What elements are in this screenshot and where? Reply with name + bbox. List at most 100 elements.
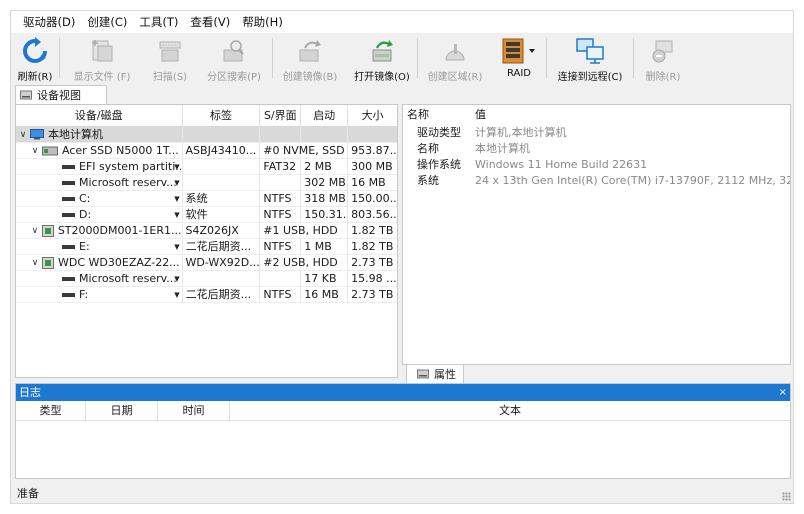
device-start bbox=[301, 143, 349, 158]
property-row[interactable]: 操作系统 Windows 11 Home Build 22631 bbox=[403, 157, 790, 173]
dropdown-arrow-icon[interactable]: ▼ bbox=[174, 287, 179, 302]
device-size: 1.82 TB bbox=[351, 224, 394, 237]
table-row[interactable]: E: ▼ 二花后期资... NTFS 1 MB 1.82 TB bbox=[16, 239, 397, 255]
collapse-toggle-icon[interactable]: ∨ bbox=[30, 223, 40, 238]
device-start: 1 MB bbox=[301, 239, 349, 254]
open-image-button[interactable]: 打开镜像(O) bbox=[347, 33, 417, 83]
collapse-toggle-icon[interactable]: ∨ bbox=[18, 127, 28, 142]
refresh-label: 刷新(R) bbox=[17, 72, 53, 83]
col-start[interactable]: 启动 bbox=[301, 105, 349, 126]
device-name: 本地计算机 bbox=[48, 127, 103, 141]
device-label bbox=[183, 175, 261, 190]
delete-button[interactable]: 删除(R) bbox=[634, 33, 692, 83]
device-fs bbox=[260, 271, 302, 286]
close-icon[interactable]: × bbox=[779, 384, 787, 401]
menu-create[interactable]: 创建(C) bbox=[81, 11, 133, 33]
usb-hdd-icon bbox=[41, 224, 54, 237]
status-bar: 准备 bbox=[11, 483, 793, 503]
connect-remote-label: 连接到远程(C) bbox=[557, 72, 623, 83]
table-row[interactable]: Microsoft reserv... ▼ 302 MB 16 MB bbox=[16, 175, 397, 191]
device-label bbox=[183, 271, 261, 286]
dropdown-arrow-icon[interactable]: ▼ bbox=[174, 271, 179, 286]
collapse-toggle-icon[interactable]: ∨ bbox=[30, 255, 40, 270]
table-row[interactable]: C: ▼ 系统 NTFS 318 MB 150.00... bbox=[16, 191, 397, 207]
device-fs: #1 USB, HDD bbox=[263, 224, 338, 237]
menu-view[interactable]: 查看(V) bbox=[184, 11, 236, 33]
show-files-button[interactable]: 显示文件 (F) bbox=[60, 33, 144, 83]
raid-icon bbox=[497, 36, 541, 66]
col-log-date[interactable]: 日期 bbox=[86, 401, 158, 420]
device-fs bbox=[260, 175, 302, 190]
dropdown-arrow-icon[interactable]: ▼ bbox=[174, 159, 179, 174]
property-row[interactable]: 系统 24 x 13th Gen Intel(R) Core(TM) i7-13… bbox=[403, 173, 790, 189]
open-image-label: 打开镜像(O) bbox=[354, 72, 410, 83]
resize-grip-icon[interactable] bbox=[782, 492, 791, 501]
property-value: 本地计算机 bbox=[475, 142, 530, 155]
device-label: WD-WX92D... bbox=[183, 255, 261, 270]
device-start: 16 MB bbox=[301, 287, 349, 302]
partition-icon bbox=[62, 212, 75, 217]
device-start bbox=[301, 223, 349, 238]
partition-icon bbox=[62, 180, 75, 185]
table-row[interactable]: D: ▼ 软件 NTFS 150.31... 803.56... bbox=[16, 207, 397, 223]
delete-icon bbox=[648, 36, 678, 66]
device-size: 953.87... bbox=[351, 144, 397, 157]
raid-button[interactable]: RAID bbox=[492, 33, 546, 83]
table-row[interactable]: ∨ 本地计算机 bbox=[16, 127, 397, 143]
col-prop-name[interactable]: 名称 bbox=[403, 105, 473, 125]
col-prop-value[interactable]: 值 bbox=[473, 105, 790, 125]
table-row[interactable]: ∨ Acer SSD N5000 1T... ASBJ43410... #0 N… bbox=[16, 143, 397, 159]
col-label[interactable]: 标签 bbox=[183, 105, 261, 126]
col-log-text[interactable]: 文本 bbox=[230, 401, 790, 420]
device-grid-header: 设备/磁盘 标签 S/界面 启动 大小 bbox=[16, 105, 397, 127]
dropdown-arrow-icon[interactable]: ▼ bbox=[174, 175, 179, 190]
property-row[interactable]: 名称 本地计算机 bbox=[403, 141, 790, 157]
table-row[interactable]: ∨ ST2000DM001-1ER1... S4Z026JX #1 USB, H… bbox=[16, 223, 397, 239]
property-row[interactable]: 驱动类型 计算机,本地计算机 bbox=[403, 125, 790, 141]
tab-device-view-label: 设备视图 bbox=[37, 89, 81, 102]
scan-button[interactable]: 扫描(S) bbox=[144, 33, 196, 83]
menu-help[interactable]: 帮助(H) bbox=[236, 11, 289, 33]
table-row[interactable]: EFI system partiti... ▼ FAT32 2 MB 300 M… bbox=[16, 159, 397, 175]
device-start: 17 KB bbox=[301, 271, 349, 286]
dropdown-arrow-icon[interactable]: ▼ bbox=[174, 191, 179, 206]
property-key: 操作系统 bbox=[417, 158, 461, 171]
collapse-toggle-icon[interactable]: ∨ bbox=[30, 143, 40, 158]
table-row[interactable]: Microsoft reserv... ▼ 17 KB 15.98 ... bbox=[16, 271, 397, 287]
device-name: Microsoft reserv... bbox=[79, 175, 177, 189]
col-device[interactable]: 设备/磁盘 bbox=[16, 105, 183, 126]
table-row[interactable]: ∨ WDC WD30EZAZ-22... WD-WX92D... #2 USB,… bbox=[16, 255, 397, 271]
col-fs[interactable]: S/界面 bbox=[260, 105, 302, 126]
create-image-button[interactable]: 创建镜像(B) bbox=[273, 33, 347, 83]
device-start bbox=[301, 255, 349, 270]
device-start bbox=[301, 127, 349, 142]
device-size: 16 MB bbox=[351, 176, 386, 189]
status-text: 准备 bbox=[17, 487, 39, 500]
scan-label: 扫描(S) bbox=[152, 72, 188, 83]
col-size[interactable]: 大小 bbox=[348, 105, 397, 126]
menu-drive[interactable]: 驱动器(D) bbox=[17, 11, 81, 33]
property-key: 名称 bbox=[417, 142, 439, 155]
partition-search-button[interactable]: 分区搜索(P) bbox=[196, 33, 272, 83]
device-name: Microsoft reserv... bbox=[79, 271, 177, 285]
col-log-type[interactable]: 类型 bbox=[16, 401, 86, 420]
menu-tools[interactable]: 工具(T) bbox=[133, 11, 184, 33]
device-start: 302 MB bbox=[301, 175, 349, 190]
device-fs: NTFS bbox=[260, 191, 302, 206]
property-value: 计算机,本地计算机 bbox=[475, 126, 567, 139]
dropdown-arrow-icon[interactable]: ▼ bbox=[174, 207, 179, 222]
dropdown-arrow-icon[interactable]: ▼ bbox=[174, 239, 179, 254]
toolbar: 刷新(R) 显示文件 (F) 扫描(S) 分区搜索(P) 创建镜像(B) 打开镜… bbox=[11, 33, 793, 83]
create-region-button[interactable]: 创建区域(R) bbox=[418, 33, 492, 83]
tab-properties[interactable]: 属性 bbox=[406, 365, 464, 384]
device-fs: #0 NVME, SSD bbox=[263, 144, 345, 157]
col-log-time[interactable]: 时间 bbox=[158, 401, 230, 420]
log-title: 日志 bbox=[19, 386, 41, 399]
device-name: WDC WD30EZAZ-22... bbox=[58, 255, 180, 269]
connect-remote-button[interactable]: 连接到远程(C) bbox=[547, 33, 633, 83]
table-row[interactable]: F: ▼ 二花后期资... NTFS 16 MB 2.73 TB bbox=[16, 287, 397, 303]
connect-remote-icon bbox=[575, 36, 605, 66]
show-files-icon bbox=[87, 36, 117, 66]
tab-device-view[interactable]: 设备视图 bbox=[15, 85, 107, 104]
refresh-button[interactable]: 刷新(R) bbox=[11, 33, 59, 83]
